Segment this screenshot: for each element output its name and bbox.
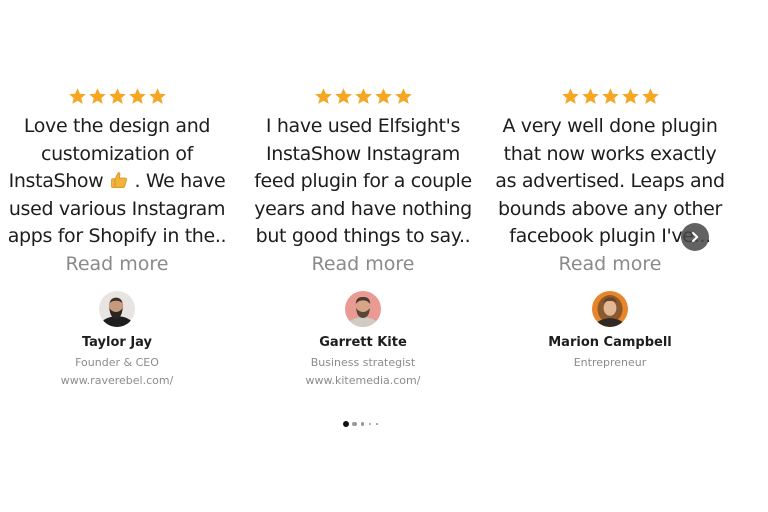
star-icon	[641, 88, 659, 104]
quote-line: I have used Elfsight's	[265, 115, 461, 137]
quote-line: used various Instagram	[8, 197, 226, 220]
author-role: Business strategist	[310, 355, 416, 369]
next-slide-button[interactable]	[681, 223, 709, 251]
star-icon	[354, 88, 372, 104]
author-role: Founder & CEO	[75, 355, 159, 369]
star-icon	[88, 88, 106, 104]
quote-line: years and have nothing	[254, 197, 472, 220]
quote-line: but good things to say..	[255, 225, 471, 247]
star-icon	[108, 88, 126, 104]
quote-line: apps for Shopify in the..	[7, 225, 227, 247]
star-icon	[601, 88, 619, 104]
quote-line: customization of	[40, 142, 193, 165]
star-icon	[128, 88, 146, 104]
pagination-dot[interactable]	[376, 423, 378, 425]
quote-line: Love the design and	[23, 115, 211, 137]
star-icon	[68, 88, 86, 104]
testimonial-card: Love the design and customization of Ins…	[0, 86, 235, 388]
avatar	[345, 290, 381, 327]
pagination-dot[interactable]	[360, 422, 364, 426]
quote-line: InstaShow . We have	[0, 168, 235, 196]
testimonial-text: I have used Elfsight's InstaShow Instagr…	[245, 113, 481, 251]
star-icon	[581, 88, 599, 104]
quote-line: feed plugin for a couple	[254, 170, 472, 192]
rating-stars	[314, 87, 413, 109]
read-more-link[interactable]: Read more	[312, 251, 415, 277]
rating-stars	[68, 87, 167, 109]
star-icon	[148, 88, 166, 104]
author-name: Taylor Jay	[81, 334, 153, 350]
quote-line: bounds above any other	[498, 197, 722, 220]
star-icon	[374, 88, 392, 104]
thumbs-up-icon	[109, 171, 134, 192]
quote-line: InstaShow Instagram	[266, 142, 460, 165]
star-icon	[394, 88, 412, 104]
chevron-right-icon	[689, 231, 701, 243]
testimonial-card: I have used Elfsight's InstaShow Instagr…	[245, 86, 481, 388]
author-role: Entrepreneur	[573, 355, 647, 369]
author-website-link[interactable]: www.kitemedia.com/	[306, 373, 421, 388]
avatar	[592, 290, 628, 327]
testimonial-text: Love the design and customization of Ins…	[0, 113, 235, 251]
author-name: Marion Campbell	[548, 334, 672, 350]
star-icon	[314, 88, 332, 104]
star-icon	[561, 88, 579, 104]
author-website-link[interactable]: www.raverebel.com/	[61, 373, 174, 388]
quote-line: A very well done plugin	[502, 115, 718, 137]
avatar	[99, 290, 135, 327]
read-more-link[interactable]: Read more	[559, 251, 662, 277]
quote-line: as advertised. Leaps and	[495, 170, 725, 192]
quote-line: that now works exactly	[503, 142, 717, 165]
star-icon	[334, 88, 352, 104]
pagination-dot[interactable]	[343, 421, 349, 427]
quote-fragment: . We have	[134, 170, 226, 192]
rating-stars	[561, 87, 660, 109]
read-more-link[interactable]: Read more	[66, 251, 169, 277]
quote-fragment: InstaShow	[8, 170, 104, 192]
pagination-dot[interactable]	[352, 421, 357, 427]
pagination-dot[interactable]	[368, 422, 371, 426]
testimonial-slider: Love the design and customization of Ins…	[0, 86, 768, 396]
star-icon	[621, 88, 639, 104]
author-name: Garrett Kite	[319, 334, 407, 350]
